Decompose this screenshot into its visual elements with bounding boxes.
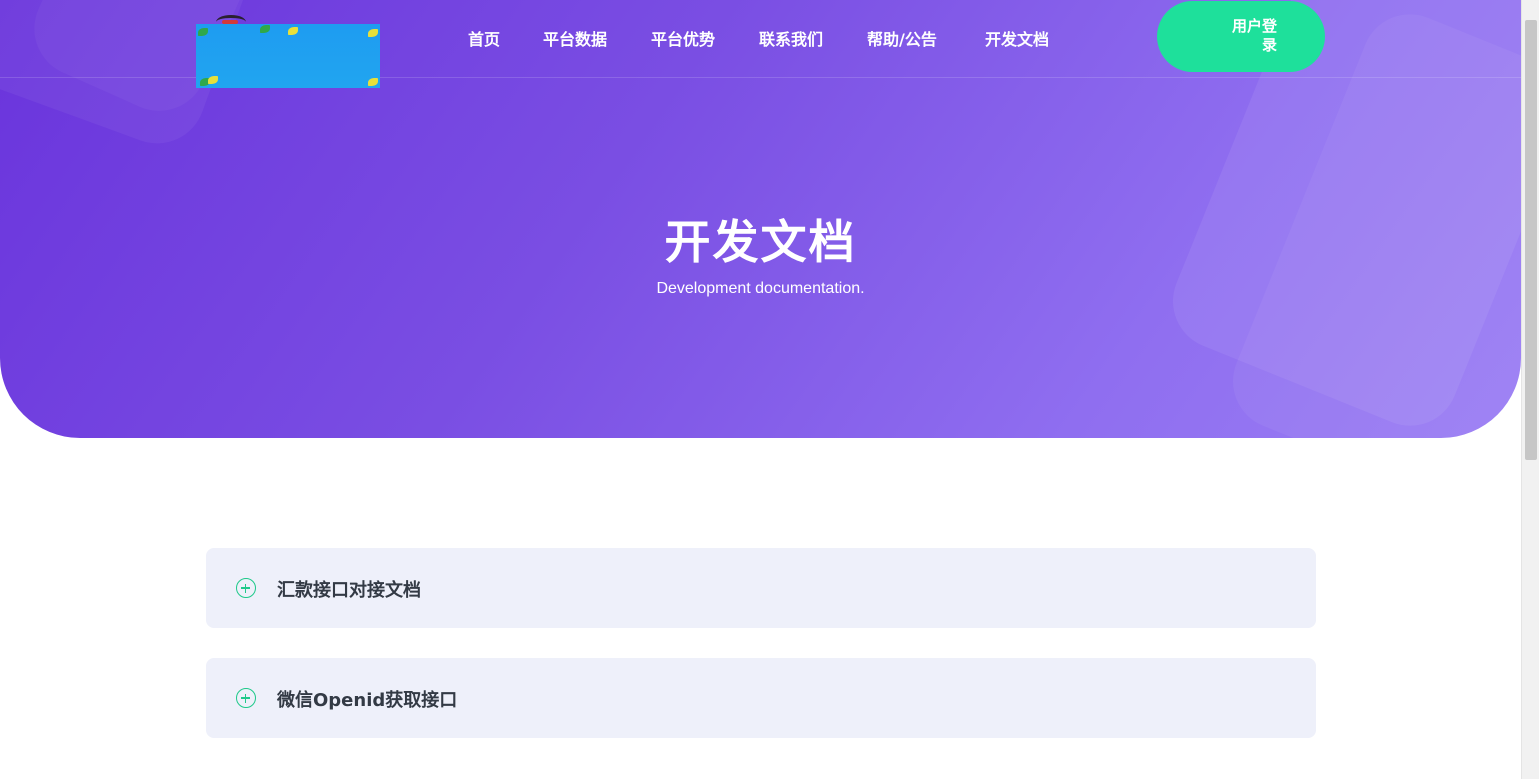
- accordion-label: 微信Openid获取接口: [277, 690, 458, 711]
- accordion-label: 汇款接口对接文档: [277, 580, 421, 601]
- logo-mark: [222, 20, 238, 24]
- accordion-item-remittance-api[interactable]: 汇款接口对接文档: [206, 548, 1316, 628]
- scrollbar-thumb[interactable]: [1525, 20, 1537, 460]
- plus-circle-icon[interactable]: [236, 578, 256, 598]
- page-scrollbar[interactable]: [1521, 0, 1539, 779]
- nav-item-home[interactable]: 首页: [468, 26, 500, 50]
- login-button-label: 用户登录: [1231, 17, 1277, 54]
- nav-item-platform-advantages[interactable]: 平台优势: [651, 26, 715, 50]
- leaf-decor: [368, 78, 378, 86]
- nav-item-help[interactable]: 帮助/公告: [867, 26, 937, 50]
- nav-item-contact[interactable]: 联系我们: [759, 26, 823, 50]
- leaf-decor: [208, 76, 218, 84]
- accordion-item-wechat-openid-api[interactable]: 微信Openid获取接口: [206, 658, 1316, 738]
- page-title: 开发文档: [664, 215, 857, 269]
- login-button[interactable]: 用户登录: [1157, 1, 1325, 72]
- nav-item-platform-data[interactable]: 平台数据: [543, 26, 607, 50]
- page-subtitle: Development documentation.: [656, 280, 865, 297]
- page: 开发文档 Development documentation. 首页 平台数据 …: [0, 0, 1539, 779]
- nav-item-dev-docs[interactable]: 开发文档: [985, 26, 1049, 50]
- plus-circle-icon[interactable]: [236, 688, 256, 708]
